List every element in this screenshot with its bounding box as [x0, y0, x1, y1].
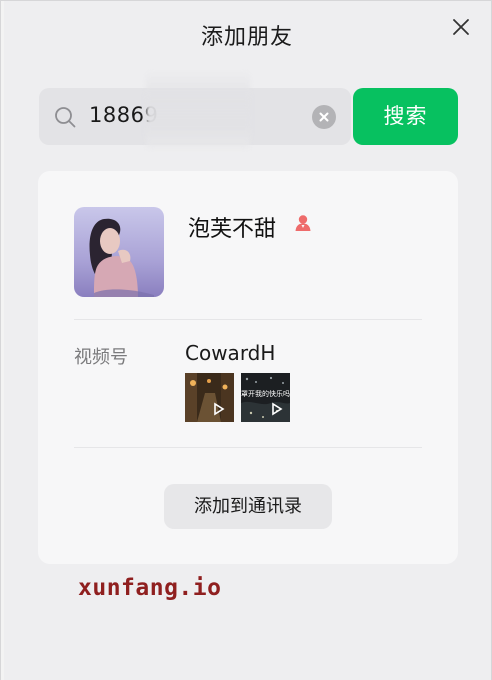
dialog-title: 添加朋友	[200, 25, 293, 50]
divider	[74, 447, 422, 448]
profile-name: 泡芙不甜	[188, 217, 277, 242]
redaction-blur	[146, 71, 250, 149]
search-button[interactable]: 搜索	[353, 88, 458, 145]
channels-label: 视频号	[74, 347, 128, 368]
channels-video-thumbnail-1[interactable]	[185, 373, 234, 422]
close-icon[interactable]	[449, 15, 473, 39]
channels-video-thumbnail-2[interactable]: 罩开我的快乐吗	[241, 373, 290, 422]
search-icon	[53, 105, 77, 129]
divider	[74, 319, 422, 320]
watermark: xunfang.io	[78, 575, 222, 601]
profile-card: 泡芙不甜 视频号 CowardH 罩开我的快乐吗 添加到通讯录	[38, 171, 458, 564]
avatar[interactable]	[74, 207, 164, 297]
clear-icon[interactable]	[312, 105, 336, 129]
add-to-contacts-button[interactable]: 添加到通讯录	[164, 484, 332, 529]
female-icon	[293, 213, 313, 233]
add-friend-window: 添加朋友 18869 搜索 泡芙不甜 视频号 CowardH 罩开我的快乐吗 添…	[0, 0, 492, 680]
thumbnail-caption: 罩开我的快乐吗	[241, 389, 290, 398]
window-edge	[1, 1, 4, 680]
channels-name[interactable]: CowardH	[185, 341, 275, 365]
